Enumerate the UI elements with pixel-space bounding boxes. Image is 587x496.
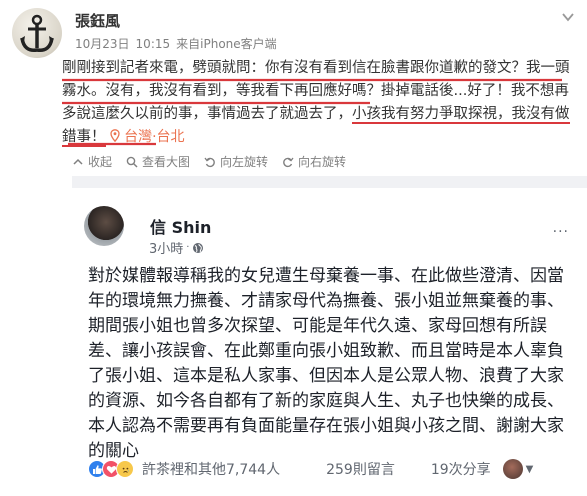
fb-avatar [84, 206, 124, 246]
embedded-facebook-post[interactable]: 信 Shin 3小時 · ··· 對於媒體報導稱我的女兒遭生母棄養一事、在此做些… [72, 188, 587, 496]
fb-reaction-bar: 許茶裡和其他7,744人 259則留言 19次分享 ▼ [88, 458, 574, 480]
rotate-right-icon [283, 157, 294, 167]
location-label: 台灣·台北 [124, 129, 185, 145]
comments-count[interactable]: 259則留言 [326, 459, 395, 479]
fb-time-dot: · [186, 242, 190, 253]
share-avatar[interactable] [502, 459, 523, 479]
sad-reaction-icon [116, 460, 134, 478]
collapse-icon [73, 158, 83, 165]
fb-post-time: 3小時 · [149, 238, 204, 257]
post-text: 剛剛接到記者來電，劈頭就問：你有沒有看到信在臉書跟你道歉的發文？我一頭霧水。沒有… [62, 57, 580, 149]
fb-author: 信 Shin [150, 218, 212, 237]
anchor-icon [20, 14, 54, 52]
post-time[interactable]: 10:15 [136, 37, 171, 51]
collapse-label: 收起 [88, 155, 113, 169]
post-meta: 10月23日 10:15 来自iPhone客户端 [75, 35, 283, 52]
post-source-prefix: 来自 [176, 37, 201, 51]
rotate-left-icon [204, 157, 215, 167]
shares-count[interactable]: 19次分享 [431, 459, 491, 479]
fb-post-text: 對於媒體報導稱我的女兒遭生母棄養一事、在此做些澄清、因當年的環境無力撫養、才請家… [88, 266, 564, 461]
location-pin-icon [110, 129, 120, 142]
rotate-right-label: 向右旋转 [298, 155, 347, 169]
image-frame-divider [72, 176, 587, 188]
view-large-label: 查看大图 [142, 155, 191, 169]
rotate-left-button[interactable]: 向左旋转 [204, 153, 268, 170]
username[interactable]: 張鈺風 [75, 10, 120, 31]
image-toolbar: 收起 查看大图 向左旋转 向右旋转 [72, 153, 346, 170]
chevron-down-icon[interactable] [561, 10, 575, 24]
rotate-right-button[interactable]: 向右旋转 [282, 153, 346, 170]
post-date[interactable]: 10月23日 [75, 37, 130, 51]
chevron-down-icon[interactable]: ▼ [526, 464, 534, 475]
globe-icon [193, 242, 204, 253]
fb-time-label: 3小時 [149, 242, 184, 257]
avatar[interactable] [12, 8, 62, 58]
fb-more-options: ··· [552, 224, 569, 240]
reaction-icons [88, 460, 134, 478]
zoom-icon [126, 156, 138, 168]
view-large-button[interactable]: 查看大图 [126, 153, 190, 170]
location-tag[interactable]: 台灣·台北 [110, 129, 185, 145]
post-source[interactable]: iPhone客户端 [200, 37, 277, 51]
reactions-count[interactable]: 許茶裡和其他7,744人 [142, 459, 280, 479]
rotate-left-label: 向左旋转 [220, 155, 269, 169]
collapse-button[interactable]: 收起 [72, 153, 112, 170]
